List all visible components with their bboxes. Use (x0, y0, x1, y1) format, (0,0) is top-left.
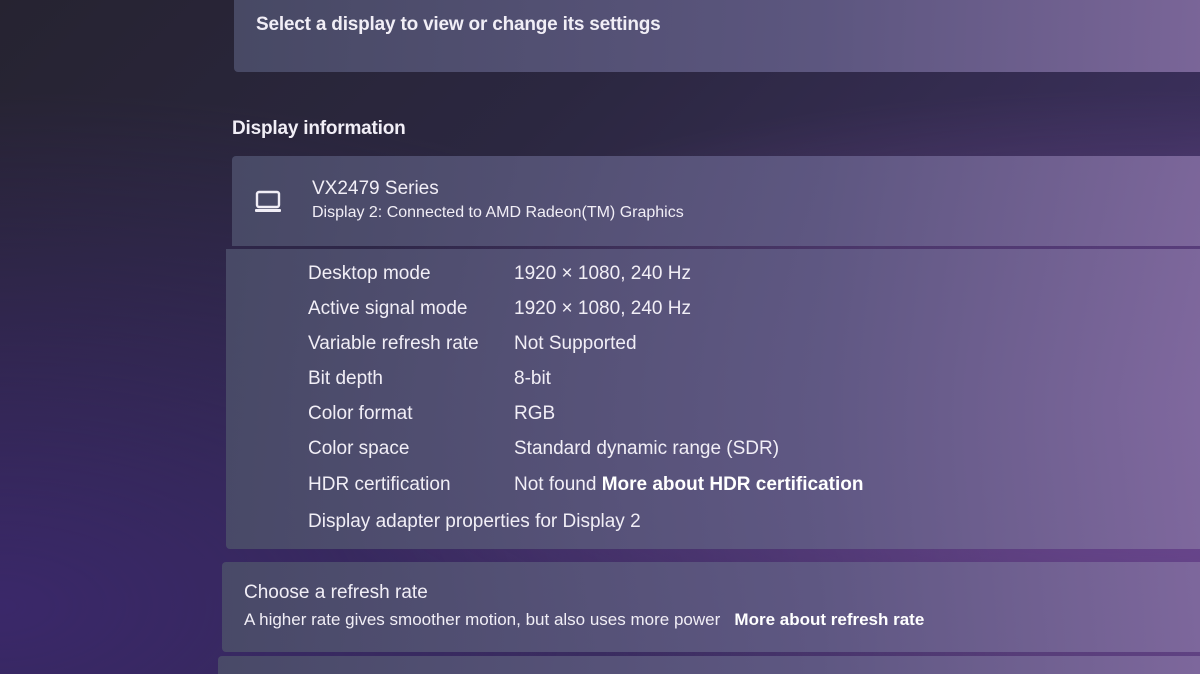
info-row-bit-depth: Bit depth 8-bit (308, 368, 551, 390)
info-row-active-signal-mode: Active signal mode 1920 × 1080, 240 Hz (308, 298, 691, 320)
display-name: VX2479 Series (312, 178, 439, 199)
display-connection-status: Display 2: Connected to AMD Radeon(TM) G… (312, 204, 684, 221)
info-row-color-format: Color format RGB (308, 403, 555, 425)
refresh-rate-title: Choose a refresh rate (244, 582, 428, 603)
info-value-group: Not found More about HDR certification (514, 474, 864, 496)
info-value: 1920 × 1080, 240 Hz (514, 263, 691, 284)
info-value: Not Supported (514, 333, 637, 354)
display-info-header: VX2479 Series Display 2: Connected to AM… (232, 156, 1200, 246)
refresh-rate-description: A higher rate gives smoother motion, but… (244, 610, 721, 629)
info-value: 1920 × 1080, 240 Hz (514, 298, 691, 319)
info-label: Color format (308, 403, 413, 424)
display-info-details: Desktop mode 1920 × 1080, 240 Hz Active … (226, 249, 1200, 549)
info-value: Not found (514, 474, 597, 495)
display-adapter-properties-link[interactable]: Display adapter properties for Display 2 (308, 511, 641, 533)
info-value: Standard dynamic range (SDR) (514, 438, 780, 459)
section-heading-display-information: Display information (232, 118, 406, 139)
monitor-icon (254, 190, 284, 216)
info-label: Bit depth (308, 368, 383, 389)
refresh-rate-card: Choose a refresh rate A higher rate give… (222, 562, 1200, 652)
info-value: RGB (514, 403, 556, 424)
info-label: Active signal mode (308, 298, 468, 319)
info-row-desktop-mode: Desktop mode 1920 × 1080, 240 Hz (308, 263, 691, 285)
info-label: Variable refresh rate (308, 333, 479, 354)
info-row-hdr-certification: HDR certification Not found More about H… (308, 474, 864, 496)
info-label: Color space (308, 438, 410, 459)
hdr-certification-link[interactable]: More about HDR certification (602, 474, 864, 495)
next-settings-card (218, 656, 1200, 674)
info-row-variable-refresh-rate: Variable refresh rate Not Supported (308, 333, 637, 355)
info-label: Desktop mode (308, 263, 431, 284)
select-display-card: Select a display to view or change its s… (234, 0, 1200, 72)
select-display-text: Select a display to view or change its s… (256, 14, 661, 35)
refresh-rate-link[interactable]: More about refresh rate (734, 610, 924, 629)
refresh-rate-description-line: A higher rate gives smoother motion, but… (244, 610, 924, 630)
info-value: 8-bit (514, 368, 551, 389)
info-row-color-space: Color space Standard dynamic range (SDR) (308, 438, 779, 460)
info-label: HDR certification (308, 474, 451, 495)
